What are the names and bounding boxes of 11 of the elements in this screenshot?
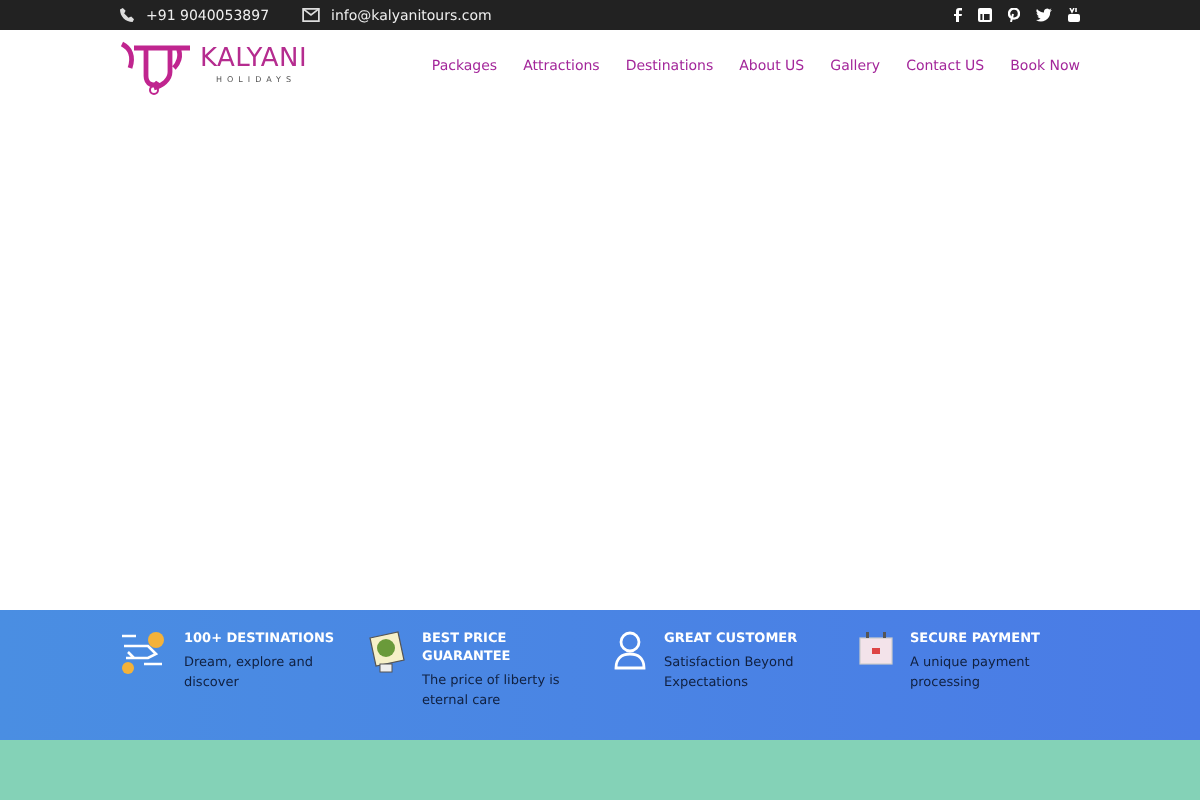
price-badge-icon xyxy=(366,630,406,674)
linkedin-icon[interactable] xyxy=(978,8,992,22)
calendar-icon xyxy=(858,630,894,666)
customer-support-icon xyxy=(612,630,648,670)
youtube-icon[interactable] xyxy=(1068,8,1080,22)
facebook-icon[interactable] xyxy=(954,8,962,22)
twitter-icon[interactable] xyxy=(1036,8,1052,22)
logo-wordmark[interactable]: KALYANI xyxy=(200,45,307,73)
email-icon xyxy=(301,8,320,22)
pinterest-icon[interactable] xyxy=(1008,8,1020,22)
phone-icon xyxy=(120,8,134,22)
